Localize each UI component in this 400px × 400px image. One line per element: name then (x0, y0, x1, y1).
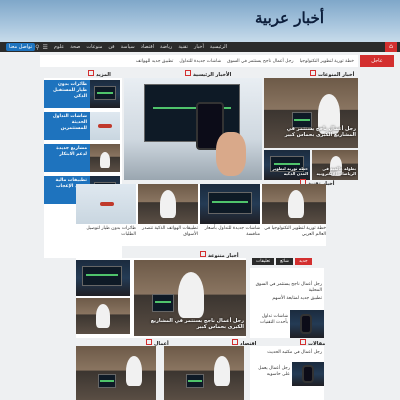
site-title[interactable]: أخبار عربية (255, 9, 324, 27)
ticker-item[interactable]: شاشات جديدة للتداول (179, 59, 221, 64)
search-icon[interactable]: ⚲ (35, 44, 39, 51)
ticker-item[interactable]: تطبيق جديد للهواتف (136, 59, 173, 64)
grid-card-image[interactable] (200, 184, 260, 224)
news-ticker: خطة ثورية لتطوير التكنولوجيا رجل أعمال ن… (40, 55, 358, 67)
bottom-list-item[interactable]: رجل أعمال يعمل على حاسوبه (250, 366, 290, 378)
grid-card-title[interactable]: شاشات جديدة للتداول بأسعار منافسة (200, 226, 260, 238)
ticker-item[interactable]: خطة ثورية لتطوير التكنولوجيا (300, 59, 354, 64)
tab-comments[interactable]: تعليقات (252, 258, 275, 265)
ticker-label: عاجل (360, 55, 394, 67)
left-item-title[interactable]: شاشات التداول الحديثة للمستثمرين (44, 112, 90, 140)
tab-popular[interactable]: شائع (276, 258, 293, 265)
nav-link[interactable]: أخبار (194, 44, 204, 50)
nav-link[interactable]: الرئيسية (210, 44, 227, 50)
nav-link[interactable]: فن (108, 44, 114, 50)
side-list-item[interactable]: تطبيق جديد لمتابعة الأسهم (250, 296, 322, 302)
side-list-item[interactable]: رجل أعمال ناجح يستثمر في السوق المحلية (250, 282, 322, 294)
lower-small-image[interactable] (76, 298, 130, 334)
lower-feature-title[interactable]: رجل أعمال ناجح يستثمر في المشاريع الكبرى… (136, 318, 244, 330)
nav-link[interactable]: منوعات (86, 44, 102, 50)
left-item-image[interactable] (90, 144, 120, 172)
section-title-center: الأخبار الرئيسية (185, 70, 231, 78)
grid-card-title[interactable]: تطبيقات الهواتف الذكية تتصدر الأسواق (138, 226, 198, 238)
grid-card-title[interactable]: خطة ثورية لتطوير التكنولوجيا في العالم ا… (262, 226, 326, 238)
nav-links: الرئيسية أخبار تقنية رياضة اقتصاد سياسة … (54, 44, 227, 50)
contact-button[interactable]: تواصل معنا (6, 43, 36, 51)
bottom-list-image[interactable] (292, 362, 324, 386)
nav-link[interactable]: اقتصاد (141, 44, 154, 50)
right-feature-title[interactable]: رجل أعمال ناجح يستثمر في المشاريع الكبرى… (266, 126, 356, 138)
side-list-image[interactable] (290, 310, 324, 338)
grid-card-title[interactable]: طائرات بدون طيار لتوصيل الطلبات (76, 226, 136, 238)
nav-link[interactable]: سياسة (121, 44, 135, 50)
left-item-image[interactable] (90, 80, 120, 108)
tab-new[interactable]: جديد (294, 258, 312, 265)
left-item-title[interactable]: مشاريع جديدة لدعم الابتكار (44, 144, 90, 172)
grid-card-image[interactable] (76, 184, 136, 224)
home-icon[interactable]: ⌂ (385, 42, 397, 52)
site-header: أخبار عربية (0, 0, 400, 42)
ticker-item[interactable]: رجل أعمال ناجح يستثمر في السوق (227, 59, 293, 64)
nav-link[interactable]: صحة (70, 44, 80, 50)
section-title-left: المزيد (88, 70, 111, 78)
hero-image[interactable] (124, 78, 262, 180)
lower-small-image[interactable] (76, 260, 130, 296)
bottom-card-image[interactable] (164, 346, 244, 400)
right-small-title[interactable]: خطة ثورية لتطوير المدن الذكية (266, 166, 308, 176)
side-tabs: تعليقات شائع جديد (252, 258, 312, 265)
menu-icon[interactable]: ☰ (43, 44, 48, 51)
right-small-title[interactable]: بطولة عالمية في الرياضات الإلكترونية (314, 166, 357, 176)
main-navbar: تواصل معنا ⚲ ☰ الرئيسية أخبار تقنية رياض… (0, 42, 400, 52)
left-item-image[interactable] (90, 112, 120, 140)
side-list-item[interactable]: شاشات تداول بأحدث التقنيات (250, 314, 288, 326)
nav-link[interactable]: علوم (54, 44, 64, 50)
bottom-list-item[interactable]: رجل أعمال في مكتبه الحديث (250, 350, 322, 356)
grid-card-image[interactable] (262, 184, 326, 224)
nav-link[interactable]: تقنية (178, 44, 188, 50)
grid-card-image[interactable] (138, 184, 198, 224)
section-title-right: أخبار المنوعات (310, 70, 354, 78)
nav-tools: ⚲ ☰ (35, 44, 48, 51)
left-item-title[interactable]: طائرات بدون طيار للمستقبل الذكي (44, 80, 90, 108)
nav-link[interactable]: رياضة (160, 44, 172, 50)
bottom-card-image[interactable] (76, 346, 156, 400)
